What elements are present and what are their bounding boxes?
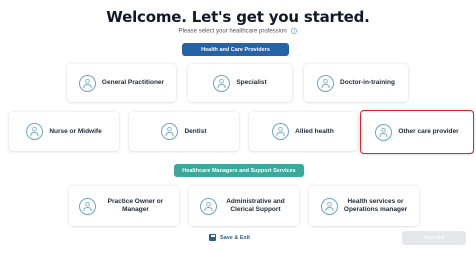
card-dentist[interactable]: Dentist xyxy=(129,112,239,151)
card-label: Doctor-in-training xyxy=(340,79,395,86)
stethoscope-person-icon xyxy=(26,123,44,140)
managers-group-label: Healthcare Managers and Support Services xyxy=(174,164,304,177)
card-other-care-provider[interactable]: Other care provider xyxy=(360,110,474,154)
card-label: Administrative and Clerical Support xyxy=(226,198,285,213)
card-label: Dentist xyxy=(184,127,207,135)
card-label: Allied health xyxy=(295,127,334,135)
card-general-practitioner[interactable]: General Practitioner xyxy=(67,64,176,102)
stethoscope-person-icon xyxy=(213,74,231,92)
card-label: Other care provider xyxy=(398,128,459,135)
card-label: Health services or Operations manager xyxy=(343,198,408,213)
page-subtitle: Please select your healthcare profession… xyxy=(0,28,476,35)
stethoscope-person-icon xyxy=(272,123,290,140)
floppy-disk-icon xyxy=(209,234,216,241)
page-title: Welcome. Let's get you started. xyxy=(106,8,370,26)
info-icon[interactable]: i xyxy=(291,28,298,34)
save-exit-label: Save & Exit xyxy=(220,234,250,241)
stethoscope-person-icon xyxy=(78,197,96,215)
stethoscope-person-icon xyxy=(317,74,335,92)
next-step-button[interactable]: Next step xyxy=(402,231,466,245)
card-nurse-or-midwife[interactable]: Nurse or Midwife xyxy=(9,112,119,151)
card-health-services[interactable]: Health services or Operations manager xyxy=(309,186,419,226)
providers-group-label: Health and Care Providers xyxy=(182,43,289,56)
stethoscope-person-icon xyxy=(199,197,217,215)
card-label: General Practitioner xyxy=(101,79,165,86)
save-exit-button[interactable]: Save & Exit xyxy=(209,234,250,241)
card-specialist[interactable]: Specialist xyxy=(188,64,292,102)
card-label: Nurse or Midwife xyxy=(49,127,102,135)
stethoscope-person-icon xyxy=(375,123,393,141)
card-allied-health[interactable]: Allied health xyxy=(249,112,357,151)
card-doctor-in-training[interactable]: Doctor-in-training xyxy=(304,64,408,102)
card-practice-owner[interactable]: Practice Owner or Manager xyxy=(69,186,179,226)
stethoscope-person-icon xyxy=(320,197,338,215)
card-label: Practice Owner or Manager xyxy=(107,198,164,213)
subtitle-text: Please select your healthcare profession xyxy=(178,28,287,35)
card-administrative[interactable]: Administrative and Clerical Support xyxy=(189,186,299,226)
stethoscope-person-icon xyxy=(78,74,96,92)
card-label: Specialist xyxy=(236,79,267,86)
stethoscope-person-icon xyxy=(161,123,179,140)
